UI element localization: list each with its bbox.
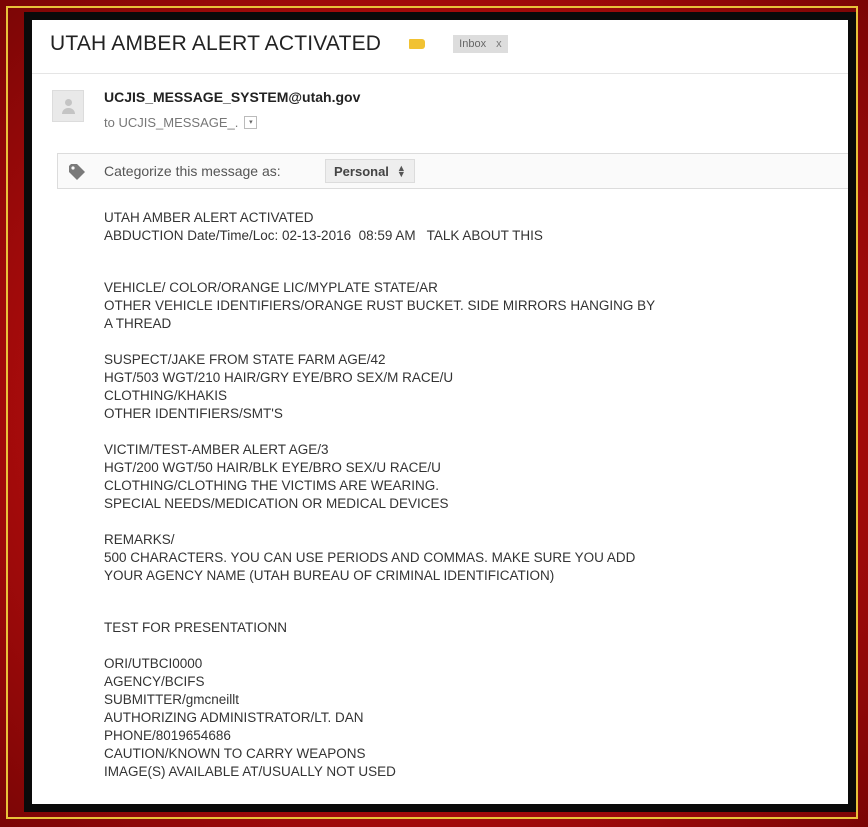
body-line: AGENCY/BCIFS (104, 674, 205, 689)
categorize-label: Categorize this message as: (104, 163, 281, 179)
body-line: CLOTHING/CLOTHING THE VICTIMS ARE WEARIN… (104, 478, 440, 493)
sender-address[interactable]: UCJIS_MESSAGE_SYSTEM@utah.gov (104, 89, 360, 105)
label-tag-icon[interactable] (409, 39, 426, 49)
body-line: ORI/UTBCI0000 (104, 656, 203, 671)
body-line: VICTIM/TEST-AMBER ALERT AGE/3 (104, 442, 329, 457)
body-line: SUSPECT/JAKE FROM STATE FARM AGE/42 (104, 352, 386, 367)
categorize-bar: Categorize this message as: Personal ▲ ▼ (57, 153, 848, 189)
body-line: 500 CHARACTERS. YOU CAN USE PERIODS AND … (104, 550, 636, 565)
body-line: UTAH AMBER ALERT ACTIVATED (104, 210, 314, 225)
category-selected-value: Personal (334, 163, 389, 179)
tag-icon (69, 164, 85, 180)
body-line: A THREAD (104, 316, 172, 331)
default-avatar-icon[interactable] (52, 90, 84, 122)
email-viewer: UTAH AMBER ALERT ACTIVATED Inbox x UCJIS… (32, 20, 848, 804)
body-line: REMARKS/ (104, 532, 175, 547)
body-line: SPECIAL NEEDS/MEDICATION OR MEDICAL DEVI… (104, 496, 449, 511)
body-line: OTHER VEHICLE IDENTIFIERS/ORANGE RUST BU… (104, 298, 656, 313)
body-line: ABDUCTION Date/Time/Loc: 02-13-2016 08:5… (104, 228, 543, 243)
category-select[interactable]: Personal ▲ ▼ (325, 159, 415, 183)
select-arrows-icon: ▲ ▼ (396, 163, 406, 179)
body-line: VEHICLE/ COLOR/ORANGE LIC/MYPLATE STATE/… (104, 280, 438, 295)
body-line: CLOTHING/KHAKIS (104, 388, 228, 403)
show-details-dropdown-icon[interactable]: ▾ (244, 116, 258, 129)
inbox-label-chip[interactable]: Inbox x (453, 35, 508, 53)
recipient-text: to UCJIS_MESSAGE_. (104, 115, 239, 130)
body-line: HGT/503 WGT/210 HAIR/GRY EYE/BRO SEX/M R… (104, 370, 454, 385)
email-subject: UTAH AMBER ALERT ACTIVATED (50, 32, 382, 55)
body-line: IMAGE(S) AVAILABLE AT/USUALLY NOT USED (104, 764, 396, 779)
body-line: OTHER IDENTIFIERS/SMT'S (104, 406, 283, 421)
body-line: HGT/200 WGT/50 HAIR/BLK EYE/BRO SEX/U RA… (104, 460, 441, 475)
body-line: YOUR AGENCY NAME (UTAH BUREAU OF CRIMINA… (104, 568, 555, 583)
message-body: UTAH AMBER ALERT ACTIVATED ABDUCTION Dat… (104, 209, 784, 781)
body-line: CAUTION/KNOWN TO CARRY WEAPONS (104, 746, 366, 761)
body-line: AUTHORIZING ADMINISTRATOR/LT. DAN (104, 710, 364, 725)
subject-row: UTAH AMBER ALERT ACTIVATED Inbox x (50, 32, 508, 56)
body-line: PHONE/8019654686 (104, 728, 231, 743)
body-line: TEST FOR PRESENTATIONN (104, 620, 288, 635)
recipient-line: to UCJIS_MESSAGE_. ▾ (104, 115, 258, 130)
body-line: SUBMITTER/gmcneillt (104, 692, 240, 707)
remove-label-button[interactable]: x (496, 38, 502, 50)
header-divider (32, 73, 848, 74)
inbox-chip-label: Inbox (459, 38, 487, 50)
